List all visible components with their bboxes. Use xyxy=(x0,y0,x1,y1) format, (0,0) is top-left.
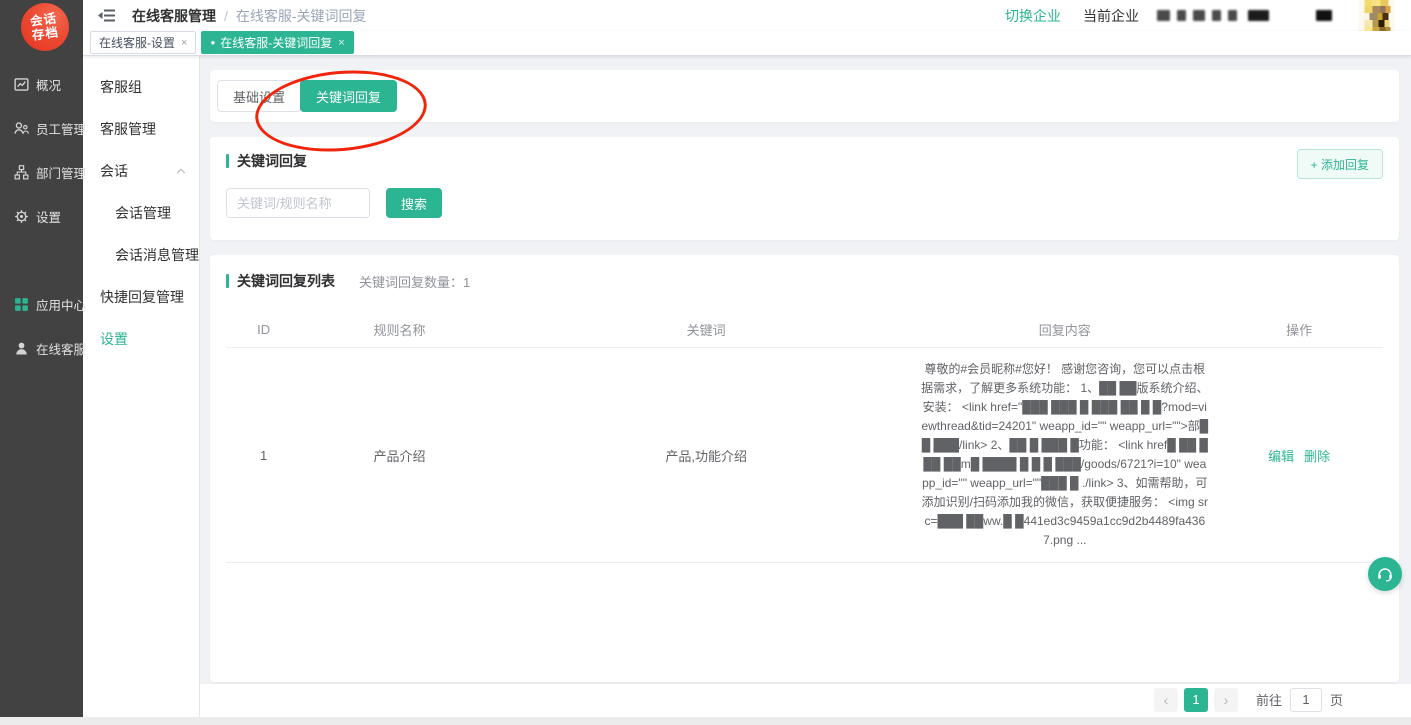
row-reply-content: 尊敬的#会员昵称#您好！ 感谢您咨询，您可以点击根据需求，了解更多系统功能： 1… xyxy=(914,348,1215,562)
settings-tabs-card: 基础设置 关键词回复 xyxy=(210,70,1399,122)
section-title: 关键词回复 xyxy=(237,151,307,171)
app-window: 概况 员工管理 部门管理 设置 应用中心 在线客服 xyxy=(0,0,1411,725)
sidebar-item-label: 设置 xyxy=(36,207,61,226)
breadcrumb-current: 在线客服-关键词回复 xyxy=(236,6,367,26)
current-company-label: 当前企业 xyxy=(1083,6,1139,26)
keyword-reply-table: ID 规则名称 关键词 回复内容 操作 1 产品介绍 产品,功能介绍 尊敬的#会… xyxy=(226,312,1383,563)
row-id: 1 xyxy=(226,348,301,562)
main-content: 基础设置 关键词回复 关键词回复 + 添加回复 搜索 关键词回复列表 关键词回复… xyxy=(200,56,1411,725)
floating-service-button[interactable] xyxy=(1368,557,1402,591)
row-keywords: 产品,功能介绍 xyxy=(498,348,915,562)
breadcrumb: 在线客服管理 / 在线客服-关键词回复 xyxy=(132,6,367,26)
column-header-id: ID xyxy=(226,322,301,337)
secondary-sidebar: 客服组 客服管理 会话 会话管理 会话消息管理 快捷回复管理 设置 xyxy=(83,56,200,725)
sidebar-item-label: 在线客服 xyxy=(36,339,86,358)
tag-tab-bar: 在线客服-设置 × ● 在线客服-关键词回复 × xyxy=(83,31,1411,56)
switch-company-link[interactable]: 切换企业 xyxy=(1005,6,1061,26)
column-header-rule-name: 规则名称 xyxy=(301,320,498,339)
sidebar-item-app-center[interactable]: 应用中心 xyxy=(0,282,83,326)
menu-item-label: 客服组 xyxy=(100,77,142,97)
logo-line2: 存档 xyxy=(32,25,61,43)
employees-icon xyxy=(13,120,30,137)
sidebar-item-overview[interactable]: 概况 xyxy=(0,62,83,106)
reply-count-value: 1 xyxy=(463,275,470,290)
tab-keyword-reply[interactable]: ● 在线客服-关键词回复 × xyxy=(201,31,353,54)
breadcrumb-separator: / xyxy=(224,8,228,24)
user-avatar[interactable] xyxy=(1358,0,1395,33)
menu-item-label: 客服管理 xyxy=(100,119,156,139)
sidebar-item-label: 概况 xyxy=(36,75,61,94)
org-tree-icon xyxy=(13,164,30,181)
delete-link[interactable]: 删除 xyxy=(1304,446,1330,465)
reply-count-label: 关键词回复数量： xyxy=(359,275,463,290)
reply-count: 关键词回复数量：1 xyxy=(359,272,470,291)
sidebar-item-online-service[interactable]: 在线客服 xyxy=(0,326,83,370)
redacted-company-name xyxy=(1157,10,1332,21)
menu-item-label: 会话 xyxy=(100,161,128,181)
sidebar-item-departments[interactable]: 部门管理 xyxy=(0,150,83,194)
menu-item-session-message-management[interactable]: 会话消息管理 xyxy=(83,234,199,276)
tab-label: 在线客服-关键词回复 xyxy=(220,34,332,51)
goto-page-input[interactable] xyxy=(1290,688,1322,712)
menu-item-session[interactable]: 会话 xyxy=(83,150,199,192)
keyword-search-input[interactable] xyxy=(226,188,370,218)
sidebar-item-employees[interactable]: 员工管理 xyxy=(0,106,83,150)
agent-person-icon xyxy=(13,340,30,357)
column-header-reply-content: 回复内容 xyxy=(914,320,1215,339)
menu-item-label: 快捷回复管理 xyxy=(100,287,184,307)
chevron-up-icon xyxy=(175,166,187,176)
menu-item-service-group[interactable]: 客服组 xyxy=(83,66,199,108)
table-row: 1 产品介绍 产品,功能介绍 尊敬的#会员昵称#您好！ 感谢您咨询，您可以点击根… xyxy=(226,348,1383,563)
tab-online-service-settings[interactable]: 在线客服-设置 × xyxy=(90,31,196,54)
keyword-reply-search-card: 关键词回复 + 添加回复 搜索 xyxy=(210,137,1399,240)
line-chart-icon xyxy=(13,76,30,93)
search-button[interactable]: 搜索 xyxy=(386,188,442,218)
menu-item-label: 会话管理 xyxy=(115,203,171,223)
keyword-reply-button[interactable]: 关键词回复 xyxy=(300,80,397,112)
column-header-actions: 操作 xyxy=(1215,320,1383,339)
collapse-menu-icon[interactable] xyxy=(98,8,116,23)
top-header: 在线客服管理 / 在线客服-关键词回复 切换企业 当前企业 xyxy=(83,0,1411,31)
list-section-title: 关键词回复列表 xyxy=(237,271,335,291)
page-unit-label: 页 xyxy=(1330,690,1343,709)
menu-item-session-management[interactable]: 会话管理 xyxy=(83,192,199,234)
section-marker xyxy=(226,274,229,288)
current-page-button[interactable]: 1 xyxy=(1184,688,1208,712)
close-icon[interactable]: × xyxy=(181,37,187,49)
basic-settings-button[interactable]: 基础设置 xyxy=(217,80,301,112)
app-logo: 会话 存档 xyxy=(21,3,69,51)
next-page-button[interactable]: › xyxy=(1214,688,1238,712)
menu-item-quick-reply-management[interactable]: 快捷回复管理 xyxy=(83,276,199,318)
row-actions: 编辑 删除 xyxy=(1215,348,1383,562)
column-header-keywords: 关键词 xyxy=(498,320,915,339)
menu-item-label: 会话消息管理 xyxy=(115,245,199,265)
add-reply-button[interactable]: + 添加回复 xyxy=(1297,149,1383,179)
headset-icon xyxy=(1375,564,1395,584)
edit-link[interactable]: 编辑 xyxy=(1268,446,1294,465)
menu-item-settings[interactable]: 设置 xyxy=(83,318,199,360)
prev-page-button[interactable]: ‹ xyxy=(1154,688,1178,712)
keyword-reply-list-card: 关键词回复列表 关键词回复数量：1 ID 规则名称 关键词 回复内容 操作 1 … xyxy=(210,255,1399,682)
breadcrumb-root[interactable]: 在线客服管理 xyxy=(132,6,216,26)
section-marker xyxy=(226,154,229,168)
menu-item-service-management[interactable]: 客服管理 xyxy=(83,108,199,150)
sidebar-item-settings[interactable]: 设置 xyxy=(0,194,83,238)
reply-content-text: 尊敬的#会员昵称#您好！ 感谢您咨询，您可以点击根据需求，了解更多系统功能： 1… xyxy=(920,348,1209,562)
window-bottom-strip xyxy=(0,717,1411,725)
gear-icon xyxy=(13,208,30,225)
goto-label: 前往 xyxy=(1256,690,1282,709)
apps-grid-icon xyxy=(13,296,30,313)
sidebar-item-label: 应用中心 xyxy=(36,295,86,314)
tab-label: 在线客服-设置 xyxy=(99,34,175,51)
close-icon[interactable]: × xyxy=(338,37,344,49)
table-header-row: ID 规则名称 关键词 回复内容 操作 xyxy=(226,312,1383,348)
active-dot-icon: ● xyxy=(210,38,215,47)
sidebar-item-label: 员工管理 xyxy=(36,119,86,138)
menu-item-label: 设置 xyxy=(100,329,128,349)
row-rule-name: 产品介绍 xyxy=(301,348,498,562)
sidebar-item-label: 部门管理 xyxy=(36,163,86,182)
primary-sidebar: 概况 员工管理 部门管理 设置 应用中心 在线客服 xyxy=(0,0,83,725)
